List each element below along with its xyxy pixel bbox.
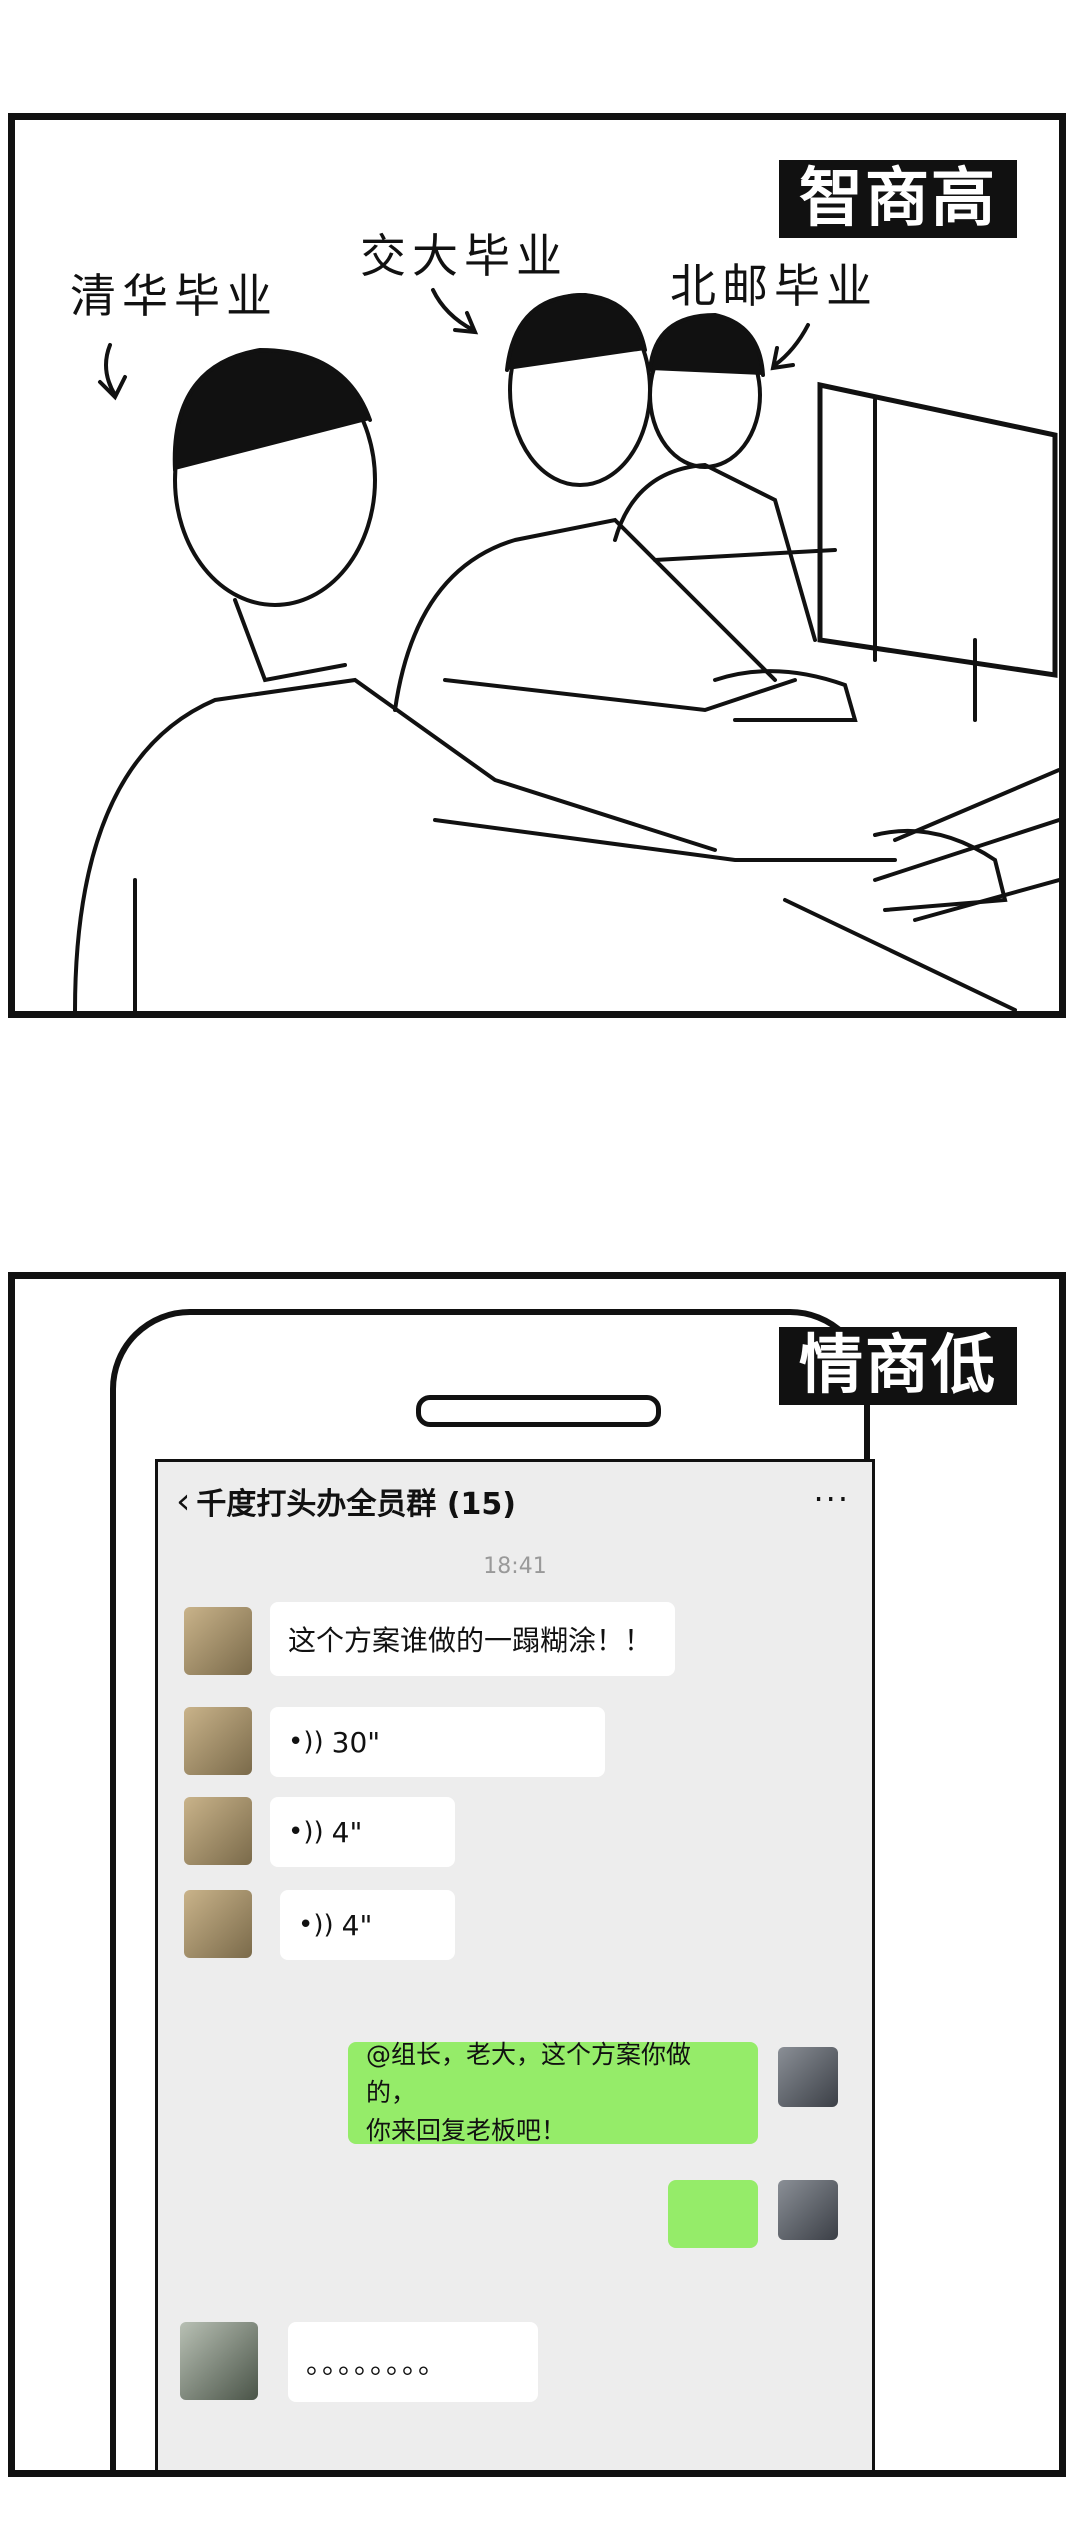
comic-panel-high-iq: 智商高 清华毕业 交大毕业 北邮毕业	[8, 113, 1066, 1018]
caption-low-eq: 情商低	[779, 1327, 1017, 1405]
voice-message-bubble[interactable]: •)) 4"	[270, 1797, 455, 1867]
message-bubble-self-empty[interactable]	[668, 2180, 758, 2248]
message-bubble-self[interactable]: @组长，老大，这个方案你做的， 你来回复老板吧！	[348, 2040, 758, 2145]
voice-duration: 4"	[341, 1908, 373, 1942]
avatar[interactable]	[184, 1707, 252, 1775]
chat-title: 千度打头办全员群 (15)	[196, 1487, 517, 1522]
avatar[interactable]	[180, 2322, 258, 2400]
arrow-icon	[773, 323, 810, 367]
voice-message-bubble[interactable]: •)) 30"	[270, 1707, 605, 1777]
avatar[interactable]	[184, 1797, 252, 1865]
voice-icon: •))	[288, 1817, 324, 1847]
more-icon[interactable]: ···	[813, 1480, 850, 1518]
avatar-self[interactable]	[778, 2180, 838, 2240]
phone-speaker	[416, 1395, 661, 1427]
message-timestamp: 18:41	[483, 1554, 547, 1579]
avatar-self[interactable]	[778, 2047, 838, 2107]
message-text: 这个方案谁做的一蹋糊涂！！	[288, 1624, 653, 1657]
comic-panel-low-eq: ‹ 千度打头办全员群 (15) ··· 18:41 这个方案谁做的一蹋糊涂！！ …	[8, 1272, 1066, 2477]
chevron-left-icon[interactable]: ‹	[176, 1481, 190, 1522]
voice-message-bubble[interactable]: •)) 4"	[280, 1890, 455, 1960]
message-text-line: 你来回复老板吧！	[366, 2116, 567, 2145]
voice-duration: 4"	[331, 1815, 363, 1849]
chat-screen: ‹ 千度打头办全员群 (15) ··· 18:41 这个方案谁做的一蹋糊涂！！ …	[155, 1459, 875, 2470]
voice-duration: 30"	[331, 1725, 381, 1759]
message-text: 。。。。。。。。	[306, 2347, 449, 2380]
comic-illustration	[73, 288, 1059, 1011]
message-bubble[interactable]: 这个方案谁做的一蹋糊涂！！	[270, 1602, 675, 1676]
chat-header: ‹ 千度打头办全员群 (15) ···	[158, 1462, 872, 1540]
avatar[interactable]	[184, 1607, 252, 1675]
voice-icon: •))	[288, 1727, 324, 1757]
arrow-icon	[431, 288, 475, 332]
message-bubble[interactable]: 。。。。。。。。	[288, 2322, 538, 2402]
message-text-line: @组长，老大，这个方案你做的，	[366, 2040, 692, 2107]
voice-icon: •))	[298, 1910, 334, 1940]
avatar[interactable]	[184, 1890, 252, 1958]
